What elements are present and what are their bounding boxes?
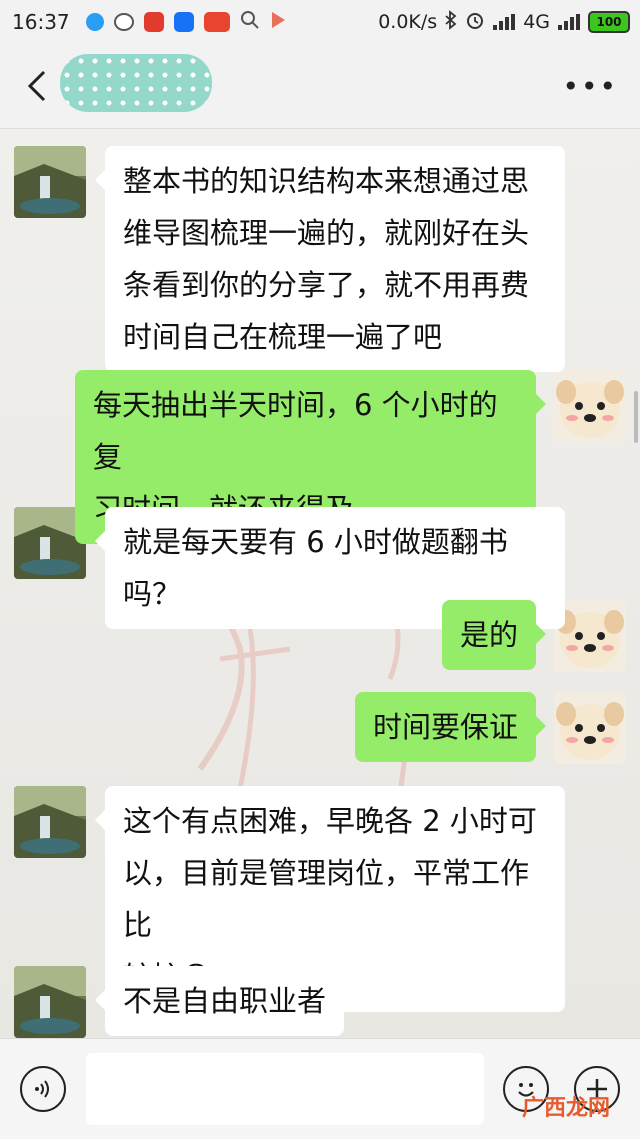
network-type: 4G bbox=[523, 11, 550, 33]
signal-icon bbox=[493, 14, 516, 30]
site-watermark: 广西龙网 bbox=[521, 1096, 610, 1121]
notification-icons bbox=[85, 10, 286, 35]
message-bubble[interactable]: 是的 bbox=[441, 600, 547, 670]
contact-avatar[interactable] bbox=[14, 786, 86, 858]
chat-area: 整本书的知识结构本来想通过思 维导图梳理一遍的，就刚好在头 条看到你的分享了，就… bbox=[0, 129, 640, 1038]
input-bar bbox=[0, 1038, 640, 1139]
contact-avatar[interactable] bbox=[14, 966, 86, 1038]
app-lottery-icon bbox=[203, 12, 230, 32]
net-speed: 0.0K/s bbox=[378, 11, 438, 33]
bluetooth-icon bbox=[445, 9, 457, 35]
status-time: 16:37 bbox=[12, 10, 70, 34]
scroll-indicator[interactable] bbox=[634, 391, 638, 443]
voice-icon[interactable] bbox=[20, 1066, 66, 1112]
self-avatar[interactable] bbox=[554, 370, 626, 442]
contact-name-blurred bbox=[60, 54, 212, 112]
self-avatar[interactable] bbox=[554, 692, 626, 764]
status-bar: 16:37 0.0K/s 4G 100 bbox=[0, 0, 640, 44]
signal-icon-2 bbox=[558, 14, 580, 30]
message-bubble[interactable]: 整本书的知识结构本来想通过思 维导图梳理一遍的，就刚好在头 条看到你的分享了，就… bbox=[95, 146, 565, 372]
play-icon bbox=[270, 10, 286, 34]
more-icon[interactable]: ••• bbox=[562, 70, 618, 103]
alarm-icon bbox=[465, 10, 485, 35]
app-red-icon bbox=[143, 12, 164, 32]
message-bubble[interactable]: 时间要保证 bbox=[354, 692, 547, 762]
contact-avatar[interactable] bbox=[14, 146, 86, 218]
chevron-left-icon[interactable] bbox=[22, 68, 58, 104]
app-blue-icon bbox=[85, 13, 104, 31]
message-input[interactable] bbox=[86, 1053, 484, 1125]
wechat-icon bbox=[113, 13, 134, 31]
message-bubble[interactable]: 不是自由职业者 bbox=[94, 966, 345, 1036]
battery-icon: 100 bbox=[588, 11, 630, 33]
zhihu-icon bbox=[173, 12, 194, 32]
search-icon bbox=[240, 10, 260, 35]
chat-header: ••• bbox=[0, 44, 640, 129]
